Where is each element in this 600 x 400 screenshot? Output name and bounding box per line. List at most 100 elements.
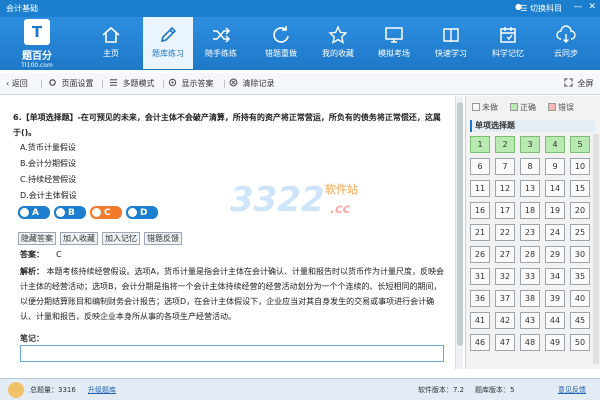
question-number-cell[interactable]: 24 (545, 224, 565, 241)
avatar[interactable] (8, 382, 24, 398)
answer-button-d[interactable]: D (126, 206, 158, 219)
upgrade-link[interactable]: 升级题库 (88, 385, 116, 395)
error-feedback-button[interactable]: 错题反馈 (144, 232, 182, 245)
question-number-cell[interactable]: 50 (570, 334, 590, 351)
question-number-cell[interactable]: 8 (520, 158, 540, 175)
nav-scientific-memory[interactable]: 科学记忆 (483, 17, 533, 70)
question-text: 6.【单项选择题】-在可预见的未来，会计主体不会破产清算，所持有的资产将正常营运… (13, 113, 441, 137)
question-number-cell[interactable]: 42 (495, 312, 515, 329)
answer-button-b[interactable]: B (54, 206, 86, 219)
question-number-cell[interactable]: 37 (495, 290, 515, 307)
question-number-cell[interactable]: 27 (495, 246, 515, 263)
question-number-cell[interactable]: 35 (570, 268, 590, 285)
question-number-cell[interactable]: 28 (520, 246, 540, 263)
question-number-cell[interactable]: 45 (570, 312, 590, 329)
watermark-number: 3322 (230, 180, 325, 220)
fullscreen-button[interactable]: 全屏 (564, 78, 594, 89)
question-number-cell[interactable]: 44 (545, 312, 565, 329)
question-number-cell[interactable]: 6 (470, 158, 490, 175)
question-number-cell[interactable]: 10 (570, 158, 590, 175)
show-answer-button[interactable]: 显示答案 (168, 78, 214, 89)
question-number-cell[interactable]: 5 (570, 136, 590, 153)
status-legend: 未做 正确 错误 (472, 102, 574, 113)
question-number-cell[interactable]: 32 (495, 268, 515, 285)
legend-correct: 正确 (510, 102, 536, 113)
question-number-cell[interactable]: 38 (520, 290, 540, 307)
multi-mode-button[interactable]: 多题模式 (109, 78, 155, 89)
option-a[interactable]: A.货币计量假设 (20, 142, 76, 153)
question-number-cell[interactable]: 19 (545, 202, 565, 219)
question-number-cell[interactable]: 1 (470, 136, 490, 153)
question-number-cell[interactable]: 39 (545, 290, 565, 307)
nav-redo-wrong[interactable]: 错题重做 (256, 17, 306, 70)
nav-mock-exam[interactable]: 模拟考场 (369, 17, 419, 70)
watermark-domain: .cc (330, 202, 351, 217)
question-number-cell[interactable]: 17 (495, 202, 515, 219)
nav-home[interactable]: 主页 (86, 17, 136, 70)
answer-button-a[interactable]: A (18, 206, 50, 219)
legend-correct-label: 正确 (520, 103, 536, 112)
question-number-cell[interactable]: 47 (495, 334, 515, 351)
option-c[interactable]: C.持续经营假设 (20, 174, 76, 185)
question-number-cell[interactable]: 13 (520, 180, 540, 197)
question-number-cell[interactable]: 9 (545, 158, 565, 175)
question-number-cell[interactable]: 46 (470, 334, 490, 351)
question-number-cell[interactable]: 2 (495, 136, 515, 153)
question-number-cell[interactable]: 18 (520, 202, 540, 219)
nav-quick-learn[interactable]: 快速学习 (426, 17, 476, 70)
option-b[interactable]: B.会计分期假设 (20, 158, 76, 169)
minimize-icon[interactable]: — (573, 2, 582, 12)
question-number-cell[interactable]: 23 (520, 224, 540, 241)
close-icon[interactable]: ✕ (588, 2, 596, 12)
question-number-cell[interactable]: 43 (520, 312, 540, 329)
question-number-cell[interactable]: 33 (520, 268, 540, 285)
notes-input[interactable] (20, 345, 444, 362)
nav-question-bank[interactable]: 题库练习 (143, 17, 193, 69)
question-number-cell[interactable]: 4 (545, 136, 565, 153)
question-number-cell[interactable]: 29 (545, 246, 565, 263)
nav-favorites[interactable]: 我的收藏 (313, 17, 363, 70)
hide-answer-button[interactable]: 隐藏答案 (18, 232, 56, 245)
back-arrow-icon: ‹ (6, 79, 10, 88)
answer-button-c[interactable]: C (90, 206, 122, 219)
scroll-thumb[interactable] (457, 102, 463, 346)
clear-icon (229, 78, 238, 87)
clear-records-button[interactable]: 清除记录 (229, 78, 275, 89)
question-number-cell[interactable]: 20 (570, 202, 590, 219)
nav-label: 模拟考场 (378, 49, 410, 58)
question-number-cell[interactable]: 15 (570, 180, 590, 197)
cloud-sync-icon (556, 25, 576, 45)
question-number-cell[interactable]: 41 (470, 312, 490, 329)
question-number-cell[interactable]: 22 (495, 224, 515, 241)
question-number-cell[interactable]: 26 (470, 246, 490, 263)
nav-random-practice[interactable]: 随手练练 (196, 17, 246, 70)
question-number-cell[interactable]: 34 (545, 268, 565, 285)
question-number-cell[interactable]: 7 (495, 158, 515, 175)
question-number-cell[interactable]: 21 (470, 224, 490, 241)
add-favorite-button[interactable]: 加入收藏 (60, 232, 98, 245)
question-number-cell[interactable]: 16 (470, 202, 490, 219)
question-number-cell[interactable]: 31 (470, 268, 490, 285)
add-memory-button[interactable]: 加入记忆 (102, 232, 140, 245)
page-settings-button[interactable]: 页面设置 (48, 78, 94, 89)
undone-swatch (472, 103, 480, 111)
nav-cloud-sync[interactable]: 云同步 (541, 17, 591, 70)
question-number-cell[interactable]: 14 (545, 180, 565, 197)
question-number-cell[interactable]: 30 (570, 246, 590, 263)
option-d[interactable]: D.会计主体假设 (20, 190, 77, 201)
question-number-cell[interactable]: 40 (570, 290, 590, 307)
question-number-cell[interactable]: 48 (520, 334, 540, 351)
question-number-cell[interactable]: 36 (470, 290, 490, 307)
question-number-cell[interactable]: 3 (520, 136, 540, 153)
sheet-scrollbar[interactable] (593, 134, 599, 364)
switch-subject-button[interactable]: ☰ 切换科目 (520, 3, 562, 14)
question-scrollbar[interactable] (455, 96, 463, 369)
question-number-cell[interactable]: 11 (470, 180, 490, 197)
question-number-cell[interactable]: 25 (570, 224, 590, 241)
question-number-cell[interactable]: 12 (495, 180, 515, 197)
radio-dot (20, 208, 29, 217)
back-button[interactable]: ‹ 返回 (6, 78, 28, 89)
feedback-link[interactable]: 意见反馈 (558, 385, 586, 395)
nav-label: 我的收藏 (322, 49, 354, 58)
question-number-cell[interactable]: 49 (545, 334, 565, 351)
